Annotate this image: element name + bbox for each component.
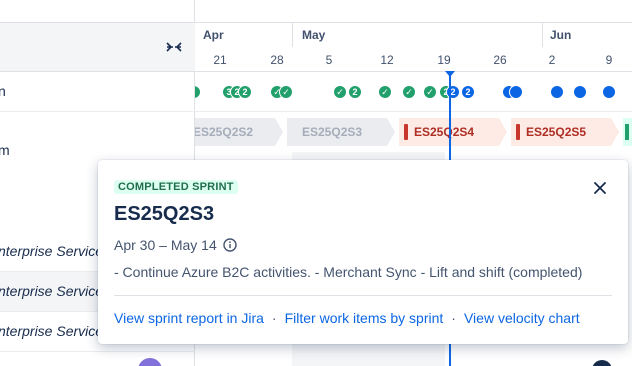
sprint-name: ES25Q2S2: [195, 125, 254, 139]
sprint-bar[interactable]: [623, 118, 632, 146]
filter-work-items-link[interactable]: Filter work items by sprint: [285, 310, 444, 326]
close-button[interactable]: [590, 178, 610, 198]
sprint-date-range: Apr 30 – May 14: [114, 237, 217, 253]
sprint-name: ES25Q2S3: [302, 125, 363, 139]
release-marker[interactable]: [573, 85, 587, 99]
row-label: nterprise Service: [0, 323, 104, 339]
day-label: 28: [270, 53, 284, 67]
sprint-bar[interactable]: ES25Q2S3: [287, 118, 395, 146]
sprint-bar[interactable]: ES25Q2S4: [399, 118, 507, 146]
popup-links: View sprint report in Jira · Filter work…: [114, 310, 580, 326]
releases-row: 3 2 2 ✓ ✓ ✓ 2 ✓ ✓ ✓ 2 2 2: [195, 72, 632, 112]
row-label: m: [0, 142, 10, 158]
view-sprint-report-link[interactable]: View sprint report in Jira: [114, 310, 264, 326]
sprint-name: ES25Q2S4: [414, 125, 475, 139]
view-velocity-chart-link[interactable]: View velocity chart: [464, 310, 580, 326]
sprint-bar[interactable]: ES25Q2S2: [195, 118, 283, 146]
sprint-title: ES25Q2S3: [114, 203, 215, 225]
sprint-goal: - Continue Azure B2C activities. - Merch…: [114, 264, 583, 280]
release-marker[interactable]: 2: [461, 85, 475, 99]
day-label: 12: [380, 53, 394, 67]
release-marker[interactable]: 2: [348, 85, 362, 99]
separator: ·: [451, 310, 456, 326]
day-label: 19: [437, 53, 451, 67]
collapse-panel-button[interactable]: [163, 37, 185, 57]
separator: ·: [271, 310, 277, 326]
release-marker[interactable]: ✓: [423, 85, 437, 99]
month-label: May: [302, 28, 326, 42]
release-marker[interactable]: ✓: [378, 85, 392, 99]
sprint-details-popup: COMPLETED SPRINT ES25Q2S3 Apr 30 – May 1…: [98, 160, 628, 344]
day-label: 9: [605, 53, 613, 67]
row-label: n: [0, 83, 6, 99]
timeline-header: Apr May Jun 21 28 5 12 19 26 2 9: [195, 22, 632, 72]
month-label: Jun: [550, 28, 572, 42]
collapse-arrows-icon: [166, 42, 182, 52]
left-row-releases[interactable]: n: [0, 72, 195, 112]
info-icon[interactable]: [223, 238, 237, 252]
close-icon: [594, 182, 606, 194]
day-label: 2: [548, 53, 556, 67]
today-marker: [445, 71, 455, 77]
release-marker[interactable]: ✓: [402, 85, 416, 99]
month-divider: [292, 23, 293, 47]
day-label: 26: [493, 53, 507, 67]
sprint-name: ES25Q2S5: [526, 125, 587, 139]
release-marker[interactable]: [195, 85, 201, 99]
month-label: Apr: [203, 28, 224, 42]
release-marker[interactable]: ✓: [279, 85, 293, 99]
month-divider: [542, 23, 543, 47]
row-label: nterprise Service: [0, 283, 104, 299]
sprint-bar[interactable]: ES25Q2S5: [511, 118, 619, 146]
release-marker[interactable]: ✓: [333, 85, 347, 99]
release-marker[interactable]: [509, 85, 523, 99]
status-lozenge: COMPLETED SPRINT: [114, 180, 238, 194]
day-label: 5: [325, 53, 333, 67]
sprint-state-marker: [625, 124, 629, 140]
divider: [114, 295, 612, 296]
release-marker[interactable]: 2: [238, 85, 252, 99]
release-marker[interactable]: [550, 85, 564, 99]
day-label: 21: [213, 53, 227, 67]
left-header: [0, 22, 195, 72]
sprint-dates: Apr 30 – May 14: [114, 237, 237, 253]
sprints-row: ES25Q2S2 ES25Q2S3 ES25Q2S4 ES25Q2S5: [195, 112, 632, 152]
release-marker[interactable]: [602, 85, 616, 99]
row-label: nterprise Service: [0, 243, 104, 259]
